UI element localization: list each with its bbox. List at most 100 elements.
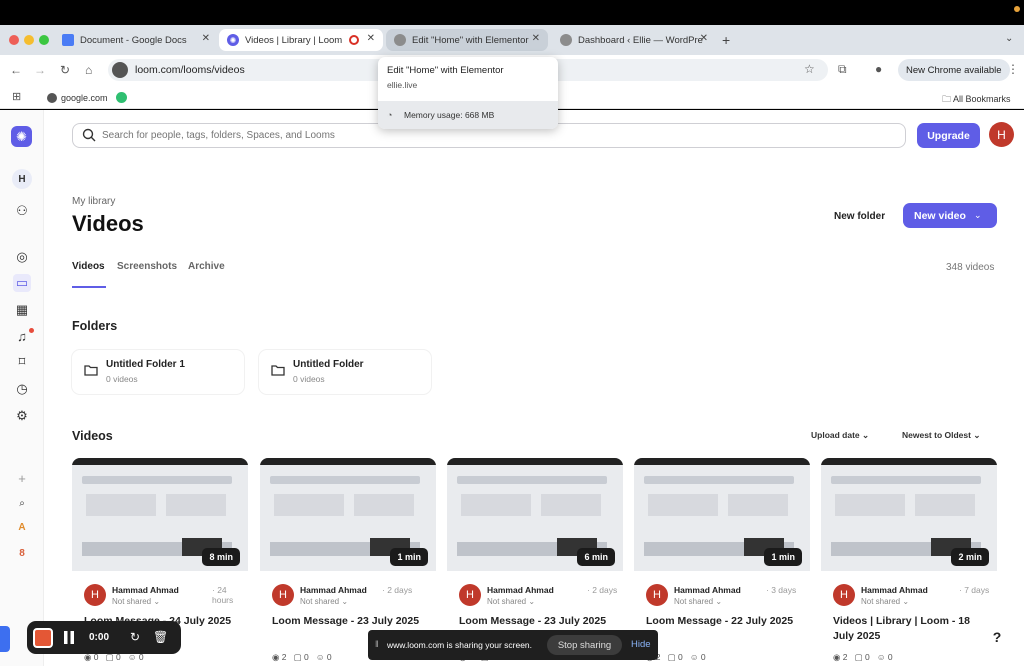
thumb-bar <box>634 458 810 465</box>
duration-badge: 8 min <box>202 548 240 566</box>
tab-archive[interactable]: Archive <box>188 261 225 272</box>
url-text[interactable]: loom.com/looms/videos <box>135 64 245 76</box>
globe-icon <box>560 34 572 46</box>
tab-screenshots[interactable]: Screenshots <box>117 261 177 272</box>
thumb-block <box>354 494 414 516</box>
upgrade-button[interactable]: Upgrade <box>917 123 980 148</box>
video-thumbnail[interactable]: 6 min <box>447 458 623 571</box>
tab-loom[interactable]: ✺ Videos | Library | Loom ✕ <box>219 29 383 51</box>
sharing-status-dropdown[interactable]: Not shared ⌄ <box>487 597 535 606</box>
folder-name: Untitled Folder <box>293 359 364 370</box>
back-icon[interactable]: ← <box>10 63 22 77</box>
sharing-status-dropdown[interactable]: Not shared ⌄ <box>112 597 160 606</box>
video-title[interactable]: Loom Message - 23 July 2025 <box>272 614 432 629</box>
globe-icon <box>394 34 406 46</box>
memory-usage: Memory usage: 668 MB <box>404 110 495 120</box>
maximize-window-button[interactable] <box>39 35 49 45</box>
avatar[interactable]: H <box>989 122 1014 147</box>
folder-card[interactable]: Untitled Folder 1 0 videos <box>72 350 244 394</box>
video-thumbnail[interactable]: 1 min <box>260 458 436 571</box>
drag-handle-icon[interactable]: ‖ <box>375 639 379 649</box>
chevron-down-icon: ⌄ <box>973 430 981 440</box>
breadcrumb[interactable]: My library <box>72 196 115 207</box>
video-title[interactable]: Loom Message - 23 July 2025 <box>459 614 619 629</box>
bookmark-star-icon[interactable]: ☆ <box>804 62 815 76</box>
sort-order-dropdown[interactable]: Newest to Oldest ⌄ <box>902 430 980 441</box>
sharing-status-dropdown[interactable]: Not shared ⌄ <box>300 597 348 606</box>
video-card[interactable]: 2 min H Hammad Ahmad · 7 days Not shared ⌄ Vi… <box>821 458 997 666</box>
duration-badge: 6 min <box>577 548 615 566</box>
thumb-block <box>648 494 718 516</box>
video-thumbnail[interactable]: 8 min <box>72 458 248 571</box>
sort-by-dropdown[interactable]: Upload date ⌄ <box>811 430 869 441</box>
bookmark-icon[interactable]: ⌑ <box>13 353 31 371</box>
bookmark-google[interactable]: google.com <box>47 92 127 103</box>
folder-card[interactable]: Untitled Folder 0 videos <box>259 350 431 394</box>
comments-count: 0 <box>678 652 683 662</box>
thumb-header <box>644 476 794 484</box>
new-folder-button[interactable]: New folder <box>826 204 893 228</box>
pause-icon[interactable] <box>64 631 74 644</box>
camera-bubble-toggle[interactable] <box>0 626 10 652</box>
settings-gear-icon[interactable]: ⚙ <box>13 407 31 425</box>
close-tab-icon[interactable]: ✕ <box>202 33 210 44</box>
video-thumbnail[interactable]: 2 min <box>821 458 997 571</box>
app-icon-a[interactable]: A <box>13 518 31 536</box>
extensions-icon[interactable]: ⧉ <box>838 62 847 77</box>
close-window-button[interactable] <box>9 35 19 45</box>
video-title[interactable]: Loom Message - 22 July 2025 <box>646 614 806 629</box>
reactions-icon: ☺ <box>689 652 701 662</box>
stop-sharing-button[interactable]: Stop sharing <box>547 635 622 655</box>
stop-recording-button[interactable] <box>33 628 53 648</box>
tab-elementor[interactable]: Edit "Home" with Elementor ✕ <box>386 29 548 51</box>
reload-icon[interactable]: ↻ <box>60 63 70 77</box>
sharing-status-dropdown[interactable]: Not shared ⌄ <box>861 597 909 606</box>
chrome-menu-icon[interactable]: ⋮ <box>1007 62 1019 76</box>
all-bookmarks[interactable]: 🗀 All Bookmarks <box>942 92 1011 108</box>
owner-avatar: H <box>459 584 481 606</box>
history-clock-icon[interactable]: ◷ <box>13 380 31 398</box>
tab-google-docs[interactable]: Document - Google Docs ✕ <box>54 29 218 51</box>
app-icon-8[interactable]: 8 <box>13 544 31 562</box>
invite-user-icon[interactable]: ⚇ <box>13 202 31 220</box>
workspace-avatar[interactable]: H <box>12 169 32 189</box>
minimize-window-button[interactable] <box>24 35 34 45</box>
new-chrome-available-button[interactable]: New Chrome available <box>898 59 1010 81</box>
video-thumbnail[interactable]: 1 min <box>634 458 810 571</box>
extension-bookmark-icon[interactable] <box>115 92 127 103</box>
video-count: 348 videos <box>946 262 995 273</box>
new-tab-button[interactable]: + <box>722 32 730 48</box>
reactions-count: 0 <box>326 652 332 662</box>
thumb-block <box>728 494 788 516</box>
home-icon[interactable]: ⌂ <box>85 63 92 77</box>
video-title[interactable]: Videos | Library | Loom - 18 July 2025 <box>833 614 993 644</box>
restart-icon[interactable]: ↻ <box>130 630 140 644</box>
trash-icon[interactable]: 🗑 <box>153 630 168 644</box>
chevron-down-icon[interactable]: ⌄ <box>974 210 982 221</box>
sharing-status-dropdown[interactable]: Not shared ⌄ <box>674 597 722 606</box>
thumb-block <box>461 494 531 516</box>
library-icon[interactable]: ▭ <box>13 274 31 292</box>
add-icon[interactable]: + <box>13 469 31 487</box>
new-video-button[interactable]: New video <box>903 203 997 228</box>
page-title: Videos <box>72 211 144 236</box>
views-count: 2 <box>281 652 287 662</box>
help-icon[interactable]: ? <box>986 626 1008 648</box>
hide-button[interactable]: Hide <box>631 639 651 650</box>
close-tab-icon[interactable]: ✕ <box>532 33 540 44</box>
loom-logo-icon[interactable]: ✺ <box>11 126 32 147</box>
tab-wordpress[interactable]: Dashboard ‹ Ellie — WordPre ✕ <box>552 29 716 51</box>
hover-card-url: ellie.live <box>387 80 418 90</box>
calendar-icon[interactable]: ▦ <box>13 301 31 319</box>
forward-icon[interactable]: → <box>34 63 46 77</box>
tab-videos[interactable]: Videos <box>72 261 105 272</box>
apps-grid-icon[interactable]: ⊞ <box>12 90 21 103</box>
close-tab-icon[interactable]: ✕ <box>700 33 708 44</box>
tab-search-icon[interactable]: ⌄ <box>1005 33 1013 44</box>
site-info-icon[interactable] <box>112 62 128 78</box>
search-icon[interactable]: ⌕ <box>13 494 31 512</box>
profile-icon[interactable]: ● <box>875 62 882 76</box>
close-tab-icon[interactable]: ✕ <box>367 33 375 44</box>
profile-circle-icon[interactable]: ◎ <box>13 248 31 266</box>
video-card[interactable]: 1 min H Hammad Ahmad · 3 days Not shared ⌄ Lo… <box>634 458 810 666</box>
